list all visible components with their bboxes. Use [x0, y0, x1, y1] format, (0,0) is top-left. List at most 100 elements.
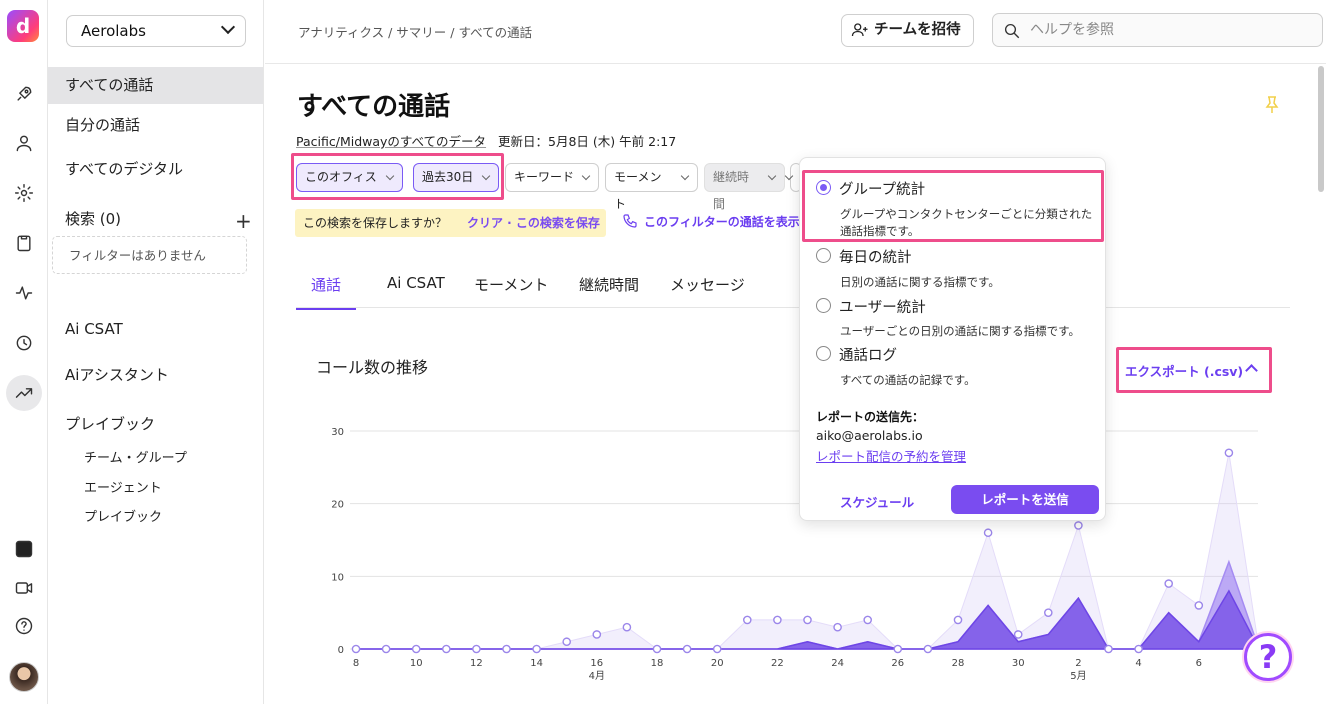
y-tick-label: 10: [331, 572, 344, 583]
page-meta: Pacific/Midwayのすべてのデータ 更新日：5月8日 (木) 午前 2…: [296, 131, 676, 150]
data-point: [803, 615, 812, 625]
schedule-button[interactable]: スケジュール: [840, 492, 914, 511]
workspace-select[interactable]: Aerolabs: [66, 15, 246, 47]
x-month-label: 5月: [1070, 670, 1086, 682]
sidebar-item-ai-csat[interactable]: Ai CSAT: [48, 320, 263, 338]
tab-duration[interactable]: 継続時間: [579, 274, 639, 295]
sidebar-item-playbook[interactable]: プレイブック: [48, 413, 263, 434]
radio[interactable]: [816, 346, 831, 361]
history-icon[interactable]: [12, 331, 36, 355]
x-tick-label: 22: [771, 658, 784, 669]
app-rail: d: [0, 0, 48, 704]
gear-icon[interactable]: [12, 181, 36, 205]
filter-keyword[interactable]: キーワード: [505, 163, 599, 192]
radio[interactable]: [816, 248, 831, 263]
analytics-icon[interactable]: [6, 375, 42, 411]
x-month-label: 4月: [589, 670, 605, 682]
workspace-name: Aerolabs: [81, 22, 146, 40]
x-tick-label: 10: [410, 658, 423, 669]
data-point: [682, 644, 692, 654]
x-tick-label: 12: [470, 658, 483, 669]
data-point: [712, 644, 722, 654]
rocket-icon[interactable]: [12, 82, 36, 106]
show-calls-label: このフィルターの通話を表示: [644, 215, 800, 229]
sidebar-sub-playbook[interactable]: プレイブック: [84, 506, 162, 525]
sidebar-sub-team-group[interactable]: チーム・グループ: [84, 447, 187, 466]
data-point: [773, 615, 782, 625]
data-point: [622, 622, 632, 632]
x-tick-label: 6: [1196, 658, 1202, 669]
dialpad-logo-icon[interactable]: [12, 537, 36, 561]
y-tick-label: 20: [331, 500, 344, 511]
scrollbar[interactable]: [1318, 66, 1324, 192]
data-point: [592, 630, 602, 639]
x-tick-label: 20: [711, 658, 724, 669]
data-point: [441, 644, 451, 654]
video-icon[interactable]: [12, 576, 36, 600]
sidebar-item-ai-assistant[interactable]: Aiアシスタント: [48, 364, 263, 385]
y-tick-label: 0: [338, 645, 344, 656]
send-to-email: aiko@aerolabs.io: [816, 428, 923, 443]
timezone-link[interactable]: Pacific/Midwayのすべてのデータ: [296, 134, 486, 149]
sidebar-item-all-digital[interactable]: すべてのデジタル: [48, 158, 263, 179]
data-point: [863, 615, 873, 625]
add-search-icon[interactable]: +: [235, 209, 252, 233]
export-option-user-stats[interactable]: ユーザー統計: [816, 296, 926, 317]
help-circle-icon[interactable]: [12, 614, 36, 638]
export-option-daily-stats[interactable]: 毎日の統計: [816, 246, 912, 267]
phone-icon: [623, 214, 637, 228]
user-icon[interactable]: [12, 131, 36, 155]
data-point: [1013, 630, 1023, 639]
y-tick-label: 30: [331, 427, 344, 438]
save-prompt: この検索を保存しますか？: [303, 216, 448, 230]
tab-calls[interactable]: 通話: [296, 274, 357, 310]
data-point: [381, 644, 391, 654]
send-report-button[interactable]: レポートを送信: [951, 485, 1099, 514]
data-point: [953, 615, 963, 625]
breadcrumb: アナリティクス / サマリー / すべての通話: [298, 25, 533, 40]
tab-moment[interactable]: モーメント: [474, 274, 548, 295]
pin-icon[interactable]: [1265, 96, 1279, 114]
data-point: [502, 644, 511, 654]
filter-moment[interactable]: モーメント: [605, 163, 698, 211]
filter-duration[interactable]: 継続時間: [704, 163, 785, 211]
data-point: [472, 644, 481, 654]
sidebar-sub-agent[interactable]: エージェント: [84, 477, 162, 496]
avatar[interactable]: [9, 662, 39, 692]
add-user-icon: [851, 23, 868, 37]
data-point: [1044, 608, 1053, 617]
highlight-group-stats: [802, 170, 1104, 242]
x-tick-label: 28: [952, 658, 965, 669]
export-option-call-log[interactable]: 通話ログ: [816, 344, 897, 365]
option-desc: すべての通話の記録です。: [840, 373, 976, 387]
sidebar-item-all-calls[interactable]: すべての通話: [48, 67, 263, 104]
x-tick-label: 26: [891, 658, 904, 669]
pulse-icon[interactable]: [12, 281, 36, 305]
x-tick-label: 14: [530, 658, 543, 669]
x-tick-label: 2: [1075, 658, 1081, 669]
data-point: [532, 644, 541, 654]
manage-schedule-link[interactable]: レポート配信の予約を管理: [816, 446, 966, 465]
sidebar: Aerolabs すべての通話 自分の通話 すべてのデジタル 検索 (0) + …: [48, 0, 264, 704]
sidebar-item-my-calls[interactable]: 自分の通話: [48, 114, 263, 135]
top-bar: アナリティクス / サマリー / すべての通話 チームを招待 ヘルプを参照: [265, 0, 1326, 64]
invite-team-button[interactable]: チームを招待: [841, 14, 974, 47]
help-fab-button[interactable]: ?: [1244, 633, 1292, 681]
chevron-down-icon: [220, 19, 236, 35]
show-calls-link[interactable]: このフィルターの通話を表示: [622, 213, 800, 230]
data-point: [923, 644, 933, 654]
clipboard-icon[interactable]: [12, 231, 36, 255]
sidebar-search-header: 検索 (0): [65, 210, 122, 228]
data-point: [1164, 579, 1174, 588]
x-tick-label: 8: [353, 658, 359, 669]
tab-ai-csat[interactable]: Ai CSAT: [387, 274, 445, 292]
tab-messages[interactable]: メッセージ: [670, 274, 745, 295]
save-search-link[interactable]: クリア · この検索を保存: [467, 209, 600, 237]
data-point: [893, 644, 903, 654]
highlight-filters: [291, 153, 504, 200]
radio[interactable]: [816, 298, 831, 313]
help-search-input[interactable]: ヘルプを参照: [992, 13, 1323, 47]
app-logo[interactable]: d: [7, 10, 39, 42]
data-point: [411, 644, 421, 654]
send-to-label: レポートの送信先：: [816, 410, 925, 424]
